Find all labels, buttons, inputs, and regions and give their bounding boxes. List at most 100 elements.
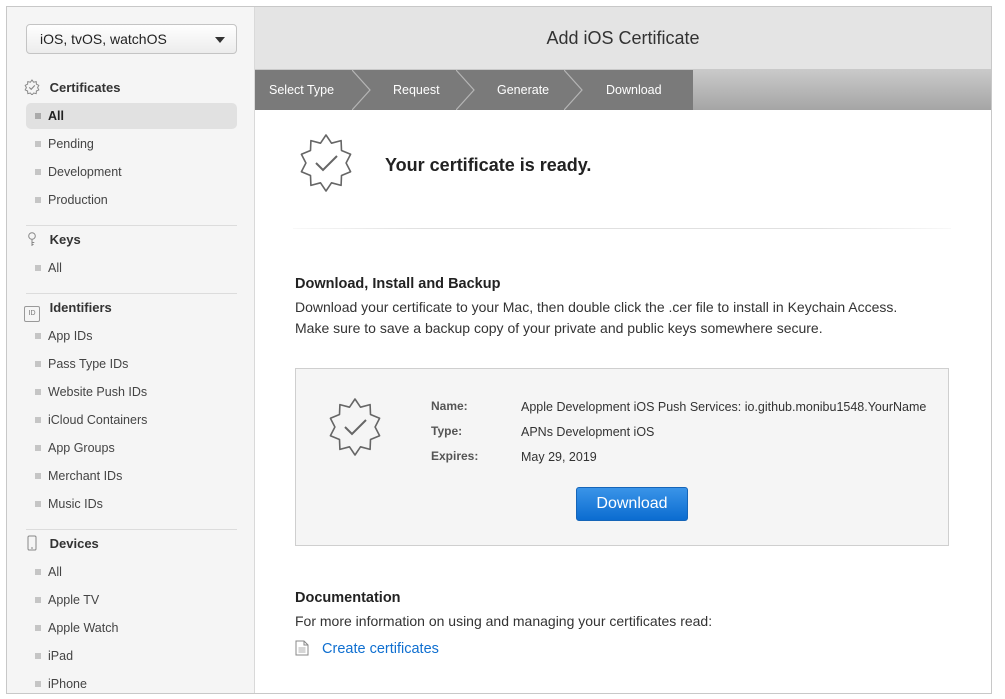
key-icon: [28, 232, 36, 246]
cert-name-label: Name:: [431, 399, 468, 413]
bullet-icon: [35, 333, 41, 339]
sidebar-item-label: Website Push IDs: [48, 385, 148, 399]
sidebar-item-apple-watch[interactable]: Apple Watch: [26, 615, 237, 641]
sidebar-item-label: iPad: [48, 649, 74, 663]
sidebar-item-app-groups[interactable]: App Groups: [26, 435, 237, 461]
device-icon: [27, 535, 37, 551]
platform-select-value: iOS, tvOS, watchOS: [40, 31, 167, 47]
step-generate[interactable]: Generate: [497, 70, 549, 110]
section-keys-title: Keys: [49, 232, 81, 247]
sidebar-item-label: iCloud Containers: [48, 413, 148, 427]
create-certificates-link[interactable]: Create certificates: [295, 640, 439, 657]
sidebar-item-label: iPhone: [48, 677, 87, 691]
sidebar-item-label: Music IDs: [48, 497, 103, 511]
sidebar-item-iphone[interactable]: iPhone: [26, 671, 237, 693]
sidebar-item-label: Development: [48, 165, 122, 179]
documentation-title: Documentation: [295, 590, 401, 606]
documentation-text: For more information on using and managi…: [295, 613, 713, 629]
bullet-icon: [35, 501, 41, 507]
bullet-icon: [35, 389, 41, 395]
sidebar-divider: [26, 293, 237, 294]
cert-expires-value: May 29, 2019: [521, 450, 597, 464]
sidebar-item-label: Merchant IDs: [48, 469, 123, 483]
sidebar-item-merchant-ids[interactable]: Merchant IDs: [26, 463, 237, 489]
sidebar-item-label: All: [48, 109, 64, 123]
bullet-icon: [35, 653, 41, 659]
bullet-icon: [35, 361, 41, 367]
sidebar-item-certificates-production[interactable]: Production: [26, 187, 237, 213]
backup-text: Download your certificate to your Mac, t…: [295, 299, 898, 336]
sidebar-item-label: Pass Type IDs: [48, 357, 129, 371]
progress-steps: Select Type Request Generate Download: [255, 70, 991, 110]
bullet-icon: [35, 625, 41, 631]
step-chevron-icon: [352, 70, 371, 110]
section-devices: Devices: [24, 534, 99, 554]
section-devices-title: Devices: [49, 536, 99, 551]
sidebar-item-devices-all[interactable]: All: [26, 559, 237, 585]
sidebar-divider: [26, 529, 237, 530]
cert-type-value: APNs Development iOS: [521, 425, 655, 439]
sidebar-item-label: Pending: [48, 137, 94, 151]
sidebar: iOS, tvOS, watchOS Certificates All Pend…: [7, 7, 255, 693]
bullet-icon: [35, 197, 41, 203]
certificate-badge-icon: [300, 134, 352, 192]
sidebar-item-label: App Groups: [48, 441, 115, 455]
sidebar-item-label: Apple Watch: [48, 621, 119, 635]
document-icon: [295, 640, 309, 656]
sidebar-item-app-ids[interactable]: App IDs: [26, 323, 237, 349]
bullet-icon: [35, 169, 41, 175]
sidebar-item-website-push-ids[interactable]: Website Push IDs: [26, 379, 237, 405]
sidebar-item-apple-tv[interactable]: Apple TV: [26, 587, 237, 613]
sidebar-divider: [26, 225, 237, 226]
bullet-icon: [35, 597, 41, 603]
cert-type-label: Type:: [431, 424, 463, 438]
sidebar-item-label: Apple TV: [48, 593, 100, 607]
sidebar-item-keys-all[interactable]: All: [26, 255, 237, 281]
section-keys: Keys: [24, 230, 81, 250]
id-badge-icon: ID: [24, 306, 40, 322]
certificate-card: Name: Apple Development iOS Push Service…: [295, 368, 949, 546]
chevron-down-icon: [215, 37, 225, 43]
step-chevron-icon: [456, 70, 475, 110]
bullet-icon: [35, 569, 41, 575]
cert-name-value: Apple Development iOS Push Services: io.…: [521, 400, 927, 414]
section-certificates: Certificates: [24, 78, 120, 98]
certificate-badge-icon: [329, 398, 381, 456]
sidebar-item-label: Production: [48, 193, 108, 207]
cert-expires-label: Expires:: [431, 449, 479, 463]
sidebar-item-label: App IDs: [48, 329, 93, 343]
bullet-icon: [35, 141, 41, 147]
page-title: Add iOS Certificate: [255, 7, 991, 70]
section-identifiers: ID Identifiers: [24, 298, 112, 322]
bullet-icon: [35, 265, 41, 271]
sidebar-item-certificates-development[interactable]: Development: [26, 159, 237, 185]
sidebar-item-ipad[interactable]: iPad: [26, 643, 237, 669]
step-chevron-icon: [564, 70, 583, 110]
sidebar-item-music-ids[interactable]: Music IDs: [26, 491, 237, 517]
sidebar-item-label: All: [48, 261, 62, 275]
app-window: iOS, tvOS, watchOS Certificates All Pend…: [6, 6, 992, 694]
create-certificates-link-label: Create certificates: [322, 641, 439, 657]
step-download[interactable]: Download: [606, 70, 662, 110]
bullet-icon: [35, 445, 41, 451]
bullet-icon: [35, 473, 41, 479]
section-divider: [293, 228, 951, 229]
sidebar-item-label: All: [48, 565, 62, 579]
ready-title: Your certificate is ready.: [385, 155, 592, 175]
download-button[interactable]: Download: [576, 487, 688, 521]
platform-select[interactable]: iOS, tvOS, watchOS: [26, 24, 237, 54]
bullet-icon: [35, 417, 41, 423]
certificate-icon: [24, 79, 40, 95]
section-identifiers-title: Identifiers: [49, 300, 112, 315]
backup-title: Download, Install and Backup: [295, 276, 501, 292]
section-certificates-title: Certificates: [49, 80, 121, 95]
step-request[interactable]: Request: [393, 70, 440, 110]
sidebar-item-certificates-all[interactable]: All: [26, 103, 237, 129]
step-select-type[interactable]: Select Type: [269, 70, 334, 110]
main-panel: Add iOS Certificate Select Type Request …: [255, 7, 991, 693]
sidebar-item-pass-type-ids[interactable]: Pass Type IDs: [26, 351, 237, 377]
sidebar-item-certificates-pending[interactable]: Pending: [26, 131, 237, 157]
sidebar-item-icloud-containers[interactable]: iCloud Containers: [26, 407, 237, 433]
bullet-icon: [35, 113, 41, 119]
bullet-icon: [35, 681, 41, 687]
